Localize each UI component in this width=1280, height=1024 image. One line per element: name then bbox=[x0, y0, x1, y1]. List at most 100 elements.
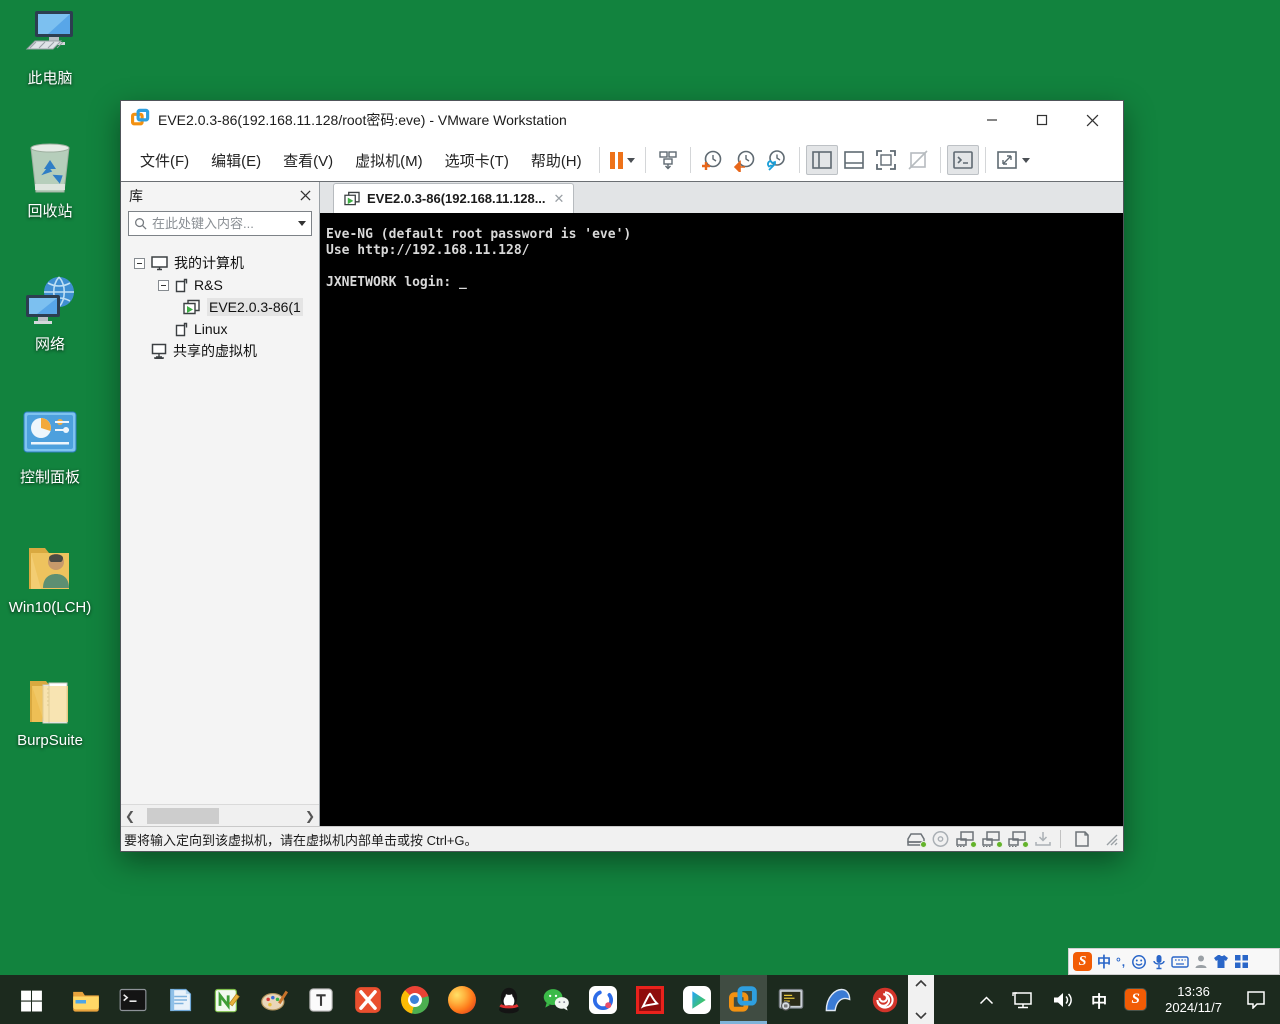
ime-punctuation-toggle[interactable]: °, bbox=[1116, 955, 1126, 969]
snapshot-manager-icon bbox=[767, 149, 785, 171]
taskbar-app-notepad[interactable] bbox=[156, 975, 203, 1024]
network-adapter-1-icon[interactable] bbox=[955, 830, 977, 848]
toggle-thumbnail-bar-button[interactable] bbox=[838, 145, 870, 175]
tray-clock[interactable]: 13:36 2024/11/7 bbox=[1155, 984, 1232, 1016]
desktop-icon-win10-folder[interactable]: Win10(LCH) bbox=[4, 538, 96, 671]
taskbar-app-typora[interactable] bbox=[297, 975, 344, 1024]
menu-vm[interactable]: 虚拟机(M) bbox=[344, 143, 434, 178]
window-titlebar[interactable]: EVE2.0.3-86(192.168.11.128/root密码:eve) -… bbox=[121, 101, 1123, 139]
cd-rom-device-icon[interactable] bbox=[931, 830, 950, 848]
taskbar-app-acrobat-reader[interactable] bbox=[626, 975, 673, 1024]
taskbar-app-command-prompt[interactable] bbox=[109, 975, 156, 1024]
tab-close-icon[interactable]: ✕ bbox=[554, 192, 565, 205]
tree-item-my-computer[interactable]: 我的计算机 bbox=[121, 252, 319, 274]
scroll-left-icon[interactable]: ❮ bbox=[121, 809, 139, 823]
vm-console-screen[interactable]: Eve-NG (default root password is 'eve') … bbox=[320, 213, 1123, 826]
library-close-icon[interactable] bbox=[300, 190, 311, 201]
library-horizontal-scrollbar[interactable]: ❮ ❯ bbox=[121, 804, 319, 826]
library-search-input[interactable] bbox=[152, 216, 294, 231]
power-pause-button[interactable] bbox=[606, 145, 639, 175]
tree-item-rs-folder[interactable]: R&S bbox=[121, 274, 319, 296]
network-adapter-2-icon[interactable] bbox=[981, 830, 1003, 848]
taskbar-app-vmware-workstation[interactable] bbox=[720, 975, 767, 1024]
unity-mode-button[interactable] bbox=[902, 145, 934, 175]
start-button[interactable] bbox=[0, 975, 62, 1024]
desktop-icon-recycle-bin[interactable]: 回收站 bbox=[4, 139, 96, 272]
taskbar-app-firefox[interactable] bbox=[438, 975, 485, 1024]
menu-help[interactable]: 帮助(H) bbox=[520, 143, 593, 178]
scroll-up-icon[interactable] bbox=[915, 979, 927, 988]
sogou-logo-icon[interactable]: S bbox=[1073, 952, 1092, 971]
collapse-icon[interactable] bbox=[134, 257, 145, 269]
this-pc-icon bbox=[22, 6, 78, 64]
taskbar-app-xmind[interactable] bbox=[344, 975, 391, 1024]
emoji-icon[interactable] bbox=[1131, 954, 1147, 970]
scrollbar-thumb[interactable] bbox=[147, 807, 219, 824]
library-pane-icon bbox=[811, 151, 832, 169]
skin-shirt-icon[interactable] bbox=[1213, 954, 1229, 969]
collapse-icon[interactable] bbox=[158, 279, 169, 291]
menu-file[interactable]: 文件(F) bbox=[129, 143, 200, 178]
resize-grip[interactable] bbox=[1104, 832, 1118, 846]
clock-date: 2024/11/7 bbox=[1165, 999, 1222, 1015]
tray-sogou-icon[interactable]: S bbox=[1116, 975, 1155, 1024]
desktop-icon-network[interactable]: 网络 bbox=[4, 272, 96, 405]
taskbar-app-file-explorer[interactable] bbox=[62, 975, 109, 1024]
tray-show-hidden-icons[interactable] bbox=[970, 975, 1003, 1024]
taskbar-app-paint[interactable] bbox=[250, 975, 297, 1024]
tree-item-eve-vm[interactable]: EVE2.0.3-86(1 bbox=[121, 296, 319, 318]
menu-tabs[interactable]: 选项卡(T) bbox=[434, 143, 520, 178]
ime-mode-chinese[interactable]: 中 bbox=[1097, 952, 1111, 972]
library-sidebar: 库 在此处键入内容... 我的计算机 R&S EVE2.0.3-86(1 Lin… bbox=[121, 182, 320, 826]
file-explorer-icon bbox=[72, 991, 99, 1012]
maximize-button[interactable] bbox=[1017, 101, 1067, 139]
desktop: 此电脑 回收站 网络 控制面板 Win10(LCH) BurpSuite EVE… bbox=[0, 0, 1280, 1024]
taskbar-app-chrome[interactable] bbox=[391, 975, 438, 1024]
desktop-icon-control-panel[interactable]: 控制面板 bbox=[4, 405, 96, 538]
fullscreen-button[interactable] bbox=[870, 145, 902, 175]
taskbar-app-tencent-meeting[interactable] bbox=[579, 975, 626, 1024]
desktop-icon-burpsuite-folder[interactable]: BurpSuite bbox=[4, 671, 96, 804]
library-search-box[interactable] bbox=[128, 211, 312, 236]
hard-disk-device-icon[interactable] bbox=[906, 830, 927, 848]
message-log-icon[interactable] bbox=[1073, 830, 1091, 848]
scrollbar-track[interactable] bbox=[139, 807, 301, 824]
user-profile-icon[interactable] bbox=[1194, 954, 1208, 969]
tree-item-linux-folder[interactable]: Linux bbox=[121, 318, 319, 340]
vm-tab-eve[interactable]: EVE2.0.3-86(192.168.11.128... ✕ bbox=[333, 183, 575, 213]
minimize-button[interactable] bbox=[967, 101, 1017, 139]
desktop-icon-this-pc[interactable]: 此电脑 bbox=[4, 6, 96, 139]
send-ctrl-alt-del-button[interactable] bbox=[652, 145, 684, 175]
take-snapshot-button[interactable] bbox=[697, 145, 729, 175]
action-center-button[interactable] bbox=[1232, 975, 1280, 1024]
taskbar-app-notepad-plus-plus[interactable] bbox=[203, 975, 250, 1024]
taskbar-app-wechat[interactable] bbox=[532, 975, 579, 1024]
taskbar-app-wireshark[interactable] bbox=[814, 975, 861, 1024]
tray-volume-icon[interactable] bbox=[1043, 975, 1082, 1024]
taskbar-app-snail[interactable] bbox=[861, 975, 908, 1024]
tray-network-icon[interactable] bbox=[1003, 975, 1043, 1024]
scroll-right-icon[interactable]: ❯ bbox=[301, 809, 319, 823]
menu-view[interactable]: 查看(V) bbox=[272, 143, 344, 178]
network-adapter-3-icon[interactable] bbox=[1007, 830, 1029, 848]
firefox-icon bbox=[447, 985, 476, 1014]
taskbar-app-tencent-video[interactable] bbox=[673, 975, 720, 1024]
stretch-guest-button[interactable] bbox=[992, 145, 1034, 175]
revert-snapshot-button[interactable] bbox=[729, 145, 761, 175]
menu-edit[interactable]: 编辑(E) bbox=[200, 143, 272, 178]
vmware-tools-icon[interactable] bbox=[1033, 830, 1053, 848]
tree-item-shared-vms[interactable]: 共享的虚拟机 bbox=[121, 340, 319, 362]
scroll-down-icon[interactable] bbox=[915, 1011, 927, 1020]
close-button[interactable] bbox=[1067, 101, 1117, 139]
microphone-icon[interactable] bbox=[1152, 954, 1166, 970]
toggle-library-button[interactable] bbox=[805, 145, 838, 175]
console-view-button[interactable] bbox=[946, 145, 979, 175]
keyboard-icon[interactable] bbox=[1171, 955, 1189, 969]
taskbar-app-qq[interactable] bbox=[485, 975, 532, 1024]
snapshot-manager-button[interactable] bbox=[761, 145, 793, 175]
tray-ime-indicator[interactable]: 中 bbox=[1082, 975, 1116, 1024]
desktop-icon-label: 网络 bbox=[34, 336, 65, 353]
toolbox-grid-icon[interactable] bbox=[1234, 954, 1249, 969]
taskbar-app-securecrt[interactable] bbox=[767, 975, 814, 1024]
taskbar-scroll-strip[interactable] bbox=[908, 975, 934, 1024]
